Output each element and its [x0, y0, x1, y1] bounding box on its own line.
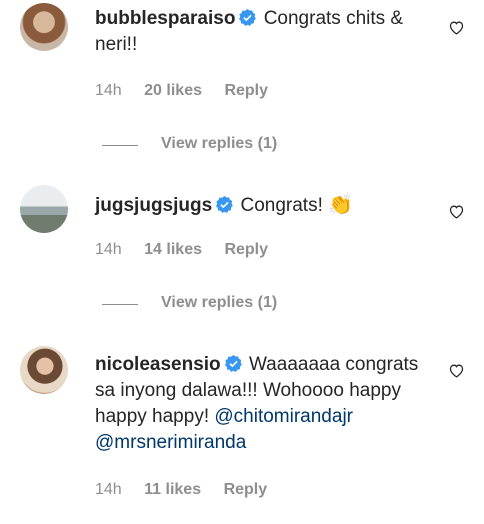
timestamp: 14h — [95, 241, 122, 258]
comment-body: bubblesparaiso Congrats chits & neri!! — [95, 6, 436, 58]
username[interactable]: bubblesparaiso — [95, 8, 235, 29]
reply-button[interactable]: Reply — [224, 241, 268, 258]
like-count[interactable]: 20 likes — [144, 82, 202, 99]
like-count[interactable]: 11 likes — [144, 481, 201, 498]
divider — [102, 145, 138, 146]
mention-link[interactable]: @chitomirandajr — [214, 406, 353, 427]
username[interactable]: nicoleasensio — [95, 354, 221, 375]
heart-outline-icon[interactable] — [448, 19, 465, 36]
view-replies-label: View replies (1) — [161, 135, 278, 152]
comment-meta: 14h 11 likes Reply — [95, 481, 285, 499]
comment-text: Congrats! — [240, 195, 323, 216]
comment-body: jugsjugsjugs Congrats! 👏 — [95, 192, 436, 219]
avatar[interactable] — [20, 185, 68, 233]
verified-badge-icon — [224, 355, 242, 372]
reply-button[interactable]: Reply — [224, 481, 268, 498]
heart-outline-icon[interactable] — [448, 203, 465, 220]
timestamp: 14h — [95, 481, 122, 498]
avatar[interactable] — [20, 346, 68, 394]
divider — [102, 304, 138, 305]
verified-badge-icon — [216, 196, 234, 213]
username[interactable]: jugsjugsjugs — [95, 195, 212, 216]
comment-body: nicoleasensio Waaaaaaa congrats sa inyon… — [95, 352, 436, 456]
avatar[interactable] — [20, 3, 68, 51]
reply-button[interactable]: Reply — [224, 82, 268, 99]
comment-meta: 14h 14 likes Reply — [95, 241, 286, 259]
comment-meta: 14h 20 likes Reply — [95, 82, 286, 100]
clapping-hands-emoji: 👏 — [328, 194, 354, 216]
verified-badge-icon — [239, 9, 257, 26]
view-replies-label: View replies (1) — [161, 294, 278, 311]
heart-outline-icon[interactable] — [448, 362, 465, 379]
mention-link[interactable]: @mrsnerimiranda — [95, 432, 246, 453]
timestamp: 14h — [95, 82, 122, 99]
like-count[interactable]: 14 likes — [144, 241, 202, 258]
